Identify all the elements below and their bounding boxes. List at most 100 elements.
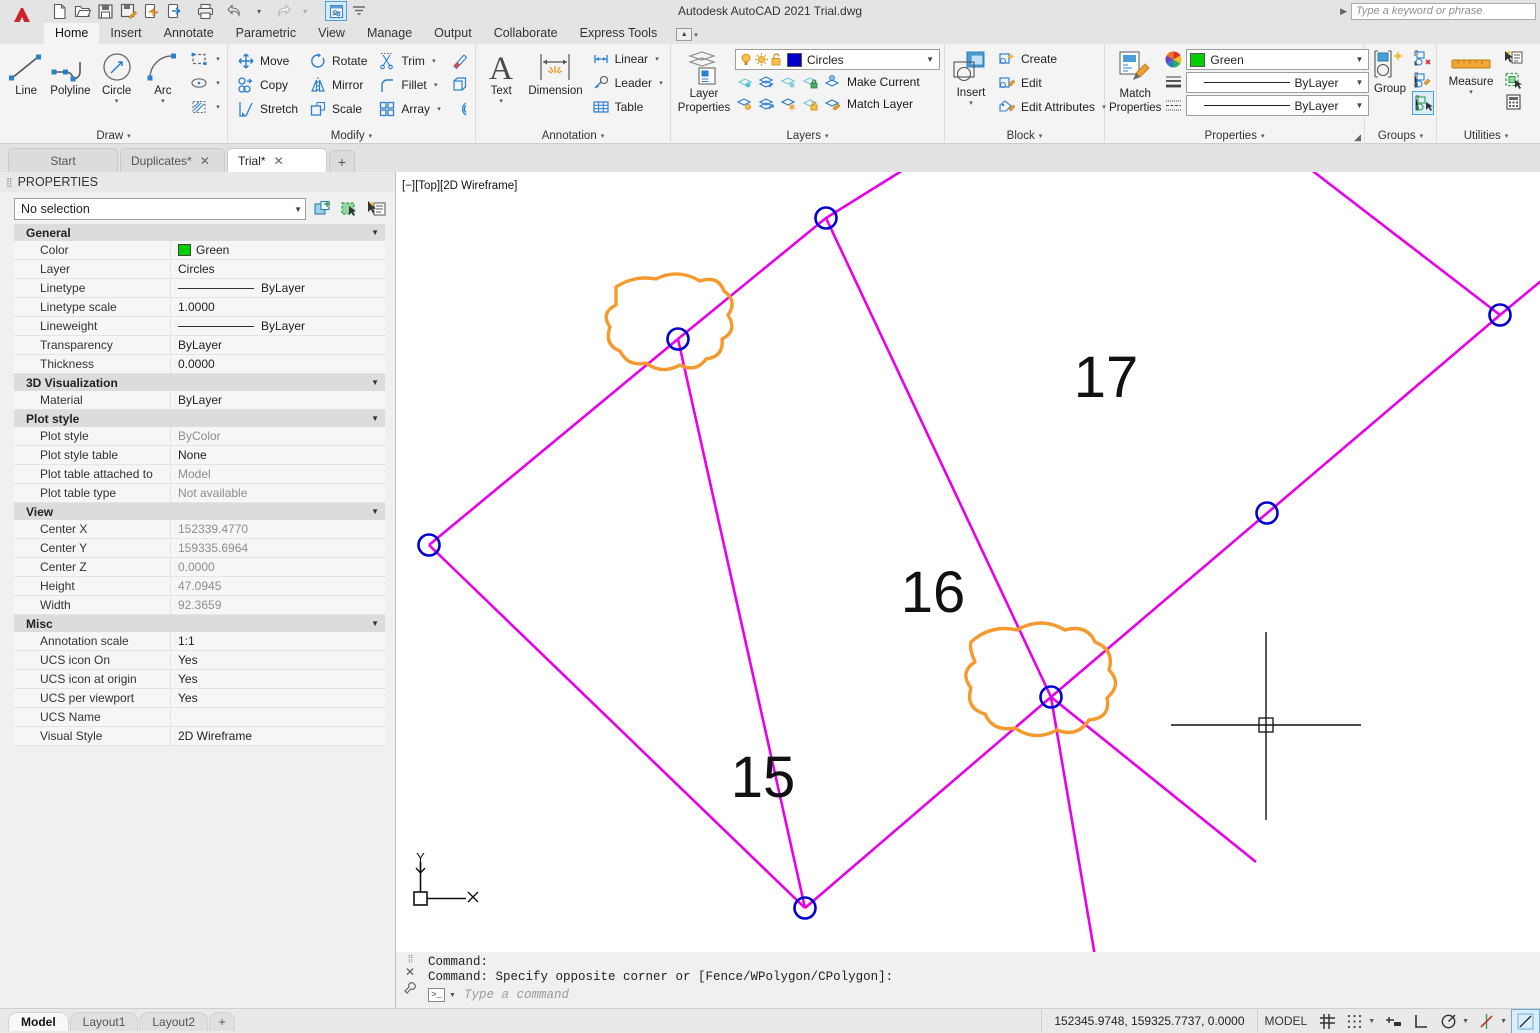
property-group-header[interactable]: 3D Visualization ▼ xyxy=(14,374,385,391)
tab-annotate[interactable]: Annotate xyxy=(153,23,225,44)
draw-line-button[interactable]: Line xyxy=(4,47,48,97)
layer-dropdown-icon[interactable]: ▼ xyxy=(923,55,937,64)
command-prompt-dropdown-icon[interactable]: ▼ xyxy=(449,992,460,999)
object-color-combo[interactable]: Green ▼ xyxy=(1186,49,1370,70)
block-edit-attributes-button[interactable]: Edit Attributes ▾ xyxy=(997,95,1109,119)
property-group-header[interactable]: Plot style ▼ xyxy=(14,410,385,427)
modify-scale-button[interactable]: Scale xyxy=(308,97,367,121)
redo-icon[interactable] xyxy=(271,1,293,21)
redo-dropdown-icon[interactable]: ▾ xyxy=(294,1,316,21)
layer-off-icon[interactable] xyxy=(757,72,777,92)
trim-dropdown-icon[interactable]: ▾ xyxy=(429,57,439,65)
arc-dropdown-icon[interactable]: ▾ xyxy=(161,97,165,105)
property-value[interactable]: 152339.4770 xyxy=(171,522,385,536)
viewport-label[interactable]: [−][Top][2D Wireframe] xyxy=(402,180,517,192)
chevron-down-icon[interactable]: ▼ xyxy=(371,619,379,628)
group-button[interactable]: Group xyxy=(1369,47,1411,95)
chevron-down-icon[interactable]: ▾ xyxy=(1505,132,1509,140)
property-row[interactable]: Plot table attached to Model xyxy=(14,464,385,484)
property-group-header[interactable]: Misc ▼ xyxy=(14,615,385,632)
property-value[interactable]: 2D Wireframe xyxy=(171,729,385,743)
quick-select-button[interactable] xyxy=(1503,47,1523,69)
modify-offset-button[interactable] xyxy=(450,97,470,121)
property-row[interactable]: Center Y 159335.6964 xyxy=(14,538,385,558)
file-tab-start[interactable]: Start xyxy=(8,148,118,172)
plot-icon[interactable] xyxy=(194,1,216,21)
property-row[interactable]: Lineweight ByLayer xyxy=(14,316,385,336)
block-create-button[interactable]: Create xyxy=(997,47,1109,71)
snap-mode-icon[interactable] xyxy=(1341,1009,1368,1033)
draw-arc-button[interactable]: Arc ▾ xyxy=(141,47,185,105)
ribbon-minimize-icon[interactable]: ▲ xyxy=(676,28,693,41)
property-value[interactable]: Green xyxy=(171,243,385,257)
insert-dropdown-icon[interactable]: ▾ xyxy=(969,99,973,107)
property-row[interactable]: Width 92.3659 xyxy=(14,595,385,615)
property-row[interactable]: UCS Name xyxy=(14,707,385,727)
help-search-input[interactable]: Type a keyword or phrase xyxy=(1351,3,1536,20)
open-icon[interactable] xyxy=(71,1,93,21)
file-tab-duplicates[interactable]: Duplicates* ✕ xyxy=(120,148,225,172)
command-customize-icon[interactable] xyxy=(403,981,417,1000)
polar-tracking-icon[interactable] xyxy=(1435,1009,1462,1033)
color-wheel-icon[interactable] xyxy=(1163,50,1183,70)
chevron-down-icon[interactable]: ▾ xyxy=(369,132,373,140)
measure-button[interactable]: Measure ▾ xyxy=(1441,47,1501,96)
panel-modify-title-row[interactable]: Modify ▾ xyxy=(232,128,471,144)
coordinates-display[interactable]: 152345.9748, 159325.7737, 0.0000 xyxy=(1041,1008,1256,1033)
property-value[interactable]: ByColor xyxy=(171,429,385,443)
close-icon[interactable]: ✕ xyxy=(200,154,210,168)
hatch-dropdown-icon[interactable]: ▾ xyxy=(213,103,223,111)
circle-dropdown-icon[interactable]: ▾ xyxy=(115,97,119,105)
property-value[interactable]: 92.3659 xyxy=(171,598,385,612)
linear-dropdown-icon[interactable]: ▾ xyxy=(652,55,662,63)
property-value[interactable]: 1:1 xyxy=(171,634,385,648)
match-layer-icon[interactable] xyxy=(823,94,843,114)
modify-trim-button[interactable]: Trim ▾ xyxy=(377,49,444,73)
property-value[interactable]: None xyxy=(171,448,385,462)
property-row[interactable]: UCS per viewport Yes xyxy=(14,688,385,708)
panel-properties-title-row[interactable]: Properties ▾ xyxy=(1109,128,1360,144)
save-icon[interactable] xyxy=(94,1,116,21)
ellipse-dropdown-icon[interactable]: ▾ xyxy=(213,79,223,87)
open-from-web-icon[interactable] xyxy=(163,1,185,21)
panel-layers-title-row[interactable]: Layers ▾ xyxy=(675,128,940,144)
panel-block-title-row[interactable]: Block ▾ xyxy=(949,128,1100,144)
command-grip-icon[interactable]: ⣿ xyxy=(408,954,414,963)
property-value[interactable]: Model xyxy=(171,467,385,481)
selection-combo[interactable]: No selection ▼ xyxy=(14,198,306,220)
match-properties-button[interactable]: Match Properties xyxy=(1109,47,1161,114)
annotation-dimension-button[interactable]: Dimension xyxy=(522,47,588,97)
group-edit-button[interactable] xyxy=(1412,69,1434,91)
property-value[interactable]: ByLayer xyxy=(171,319,385,333)
modify-fillet-button[interactable]: Fillet ▾ xyxy=(377,73,444,97)
command-input-row[interactable]: >_ ▼ Type a command xyxy=(424,988,1540,1002)
quick-calc-button[interactable] xyxy=(1503,91,1523,113)
space-mode-indicator[interactable]: MODEL xyxy=(1256,1008,1315,1033)
layer-selector-combo[interactable]: Circles ▼ xyxy=(735,49,940,70)
property-group-header[interactable]: General ▼ xyxy=(14,224,385,241)
property-value[interactable]: ByLayer xyxy=(171,393,385,407)
make-current-label[interactable]: Make Current xyxy=(847,75,920,89)
layer-properties-button[interactable]: Layer Properties xyxy=(675,47,733,114)
property-value[interactable]: Yes xyxy=(171,672,385,686)
tab-output[interactable]: Output xyxy=(423,23,483,44)
linetype-combo[interactable]: ByLayer ▼ xyxy=(1186,72,1370,93)
layout-tab-model[interactable]: Model xyxy=(8,1011,69,1031)
array-dropdown-icon[interactable]: ▾ xyxy=(434,105,444,113)
property-row[interactable]: UCS icon at origin Yes xyxy=(14,669,385,689)
chevron-down-icon[interactable]: ▼ xyxy=(371,228,379,237)
ungroup-button[interactable] xyxy=(1412,47,1434,69)
property-value[interactable]: ByLayer xyxy=(171,338,385,352)
property-value[interactable]: Not available xyxy=(171,486,385,500)
annotation-leader-button[interactable]: Leader ▾ xyxy=(591,71,666,95)
tab-parametric[interactable]: Parametric xyxy=(225,23,307,44)
measure-dropdown-icon[interactable]: ▾ xyxy=(1469,88,1473,96)
panel-utilities-title-row[interactable]: Utilities ▾ xyxy=(1441,128,1531,144)
chevron-down-icon[interactable]: ▾ xyxy=(1261,132,1265,140)
rectangle-dropdown-icon[interactable]: ▾ xyxy=(213,55,223,63)
property-value[interactable]: Yes xyxy=(171,653,385,667)
property-value[interactable]: 47.0945 xyxy=(171,579,385,593)
ortho-mode-icon[interactable] xyxy=(1408,1009,1435,1033)
property-row[interactable]: Plot table type Not available xyxy=(14,483,385,503)
chevron-down-icon[interactable]: ▾ xyxy=(127,132,131,140)
